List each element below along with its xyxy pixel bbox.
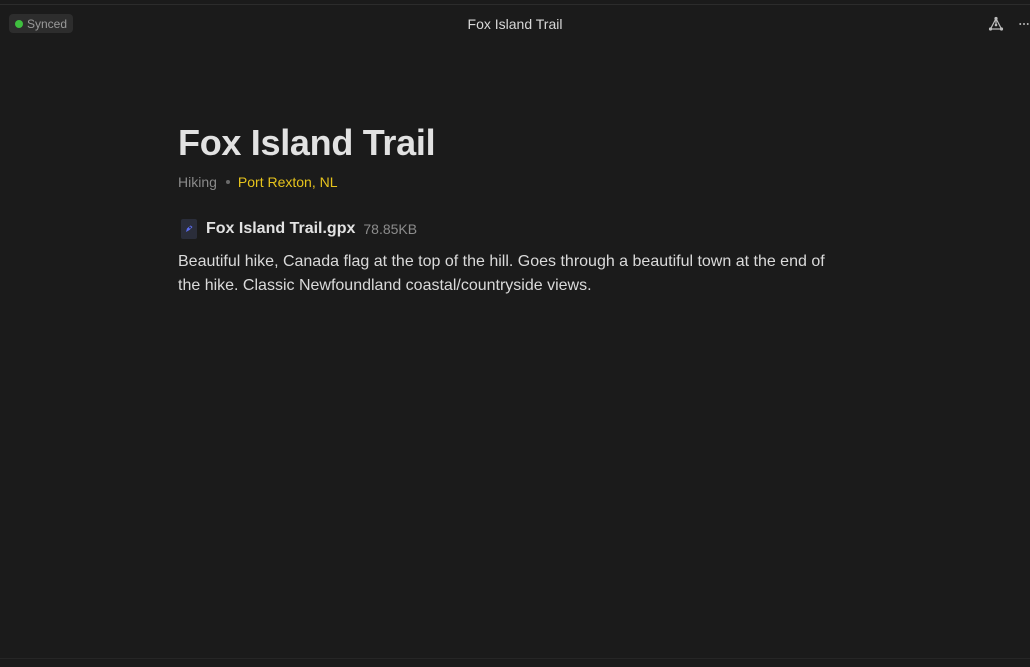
footer-divider xyxy=(0,658,1030,659)
graph-view-button[interactable] xyxy=(986,14,1006,34)
app-window: Synced Fox Island Trail Fox Island Trail… xyxy=(0,4,1030,667)
more-options-button[interactable] xyxy=(1018,14,1030,34)
note-title[interactable]: Fox Island Trail xyxy=(178,121,848,165)
note-tag[interactable]: Hiking xyxy=(178,174,217,190)
graph-icon xyxy=(988,16,1004,31)
gpx-file-icon xyxy=(181,219,197,239)
header-actions xyxy=(976,14,1030,34)
window-title: Fox Island Trail xyxy=(467,16,563,32)
note-body[interactable]: Beautiful hike, Canada flag at the top o… xyxy=(178,250,848,298)
meta-separator-dot xyxy=(225,180,230,184)
note-content: Fox Island Trail Hiking Port Rexton, NL … xyxy=(178,121,848,298)
note-location-link[interactable]: Port Rexton, NL xyxy=(238,174,338,190)
attachment-filename[interactable]: Fox Island Trail.gpx xyxy=(206,220,355,238)
note-meta: Hiking Port Rexton, NL xyxy=(178,174,848,190)
attachment-row[interactable]: Fox Island Trail.gpx 78.85KB xyxy=(178,218,848,240)
more-icon xyxy=(1019,23,1029,25)
attachment-filesize: 78.85KB xyxy=(363,221,418,237)
